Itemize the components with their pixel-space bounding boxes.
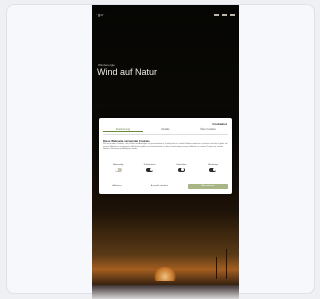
category-label: Notwendig bbox=[112, 164, 124, 166]
category-label: Marketing bbox=[208, 164, 218, 166]
deny-button[interactable]: Ablehnen bbox=[103, 184, 131, 189]
cookiebot-logo: Cookiebot bbox=[212, 122, 227, 126]
category-label: Präferenzen bbox=[143, 164, 156, 166]
nav-item[interactable] bbox=[222, 14, 227, 16]
landscape-ground bbox=[92, 285, 239, 299]
tab-details[interactable]: Details bbox=[146, 128, 186, 132]
tab-consent[interactable]: Zustimmung bbox=[103, 128, 143, 132]
allow-selection-button[interactable]: Auswahl erlauben bbox=[145, 184, 174, 189]
allow-all-button[interactable]: Alle zulassen bbox=[188, 184, 228, 189]
cookie-consent-dialog: Cookiebot Zustimmung Details Über Cookie… bbox=[99, 118, 232, 194]
consent-body-text: Wir verwenden Cookies, um Inhalte und An… bbox=[103, 143, 228, 150]
statistics-toggle[interactable] bbox=[177, 167, 185, 172]
site-logo[interactable]: ·go· bbox=[96, 12, 105, 17]
category-necessary: Notwendig bbox=[103, 164, 133, 172]
menu-icon[interactable] bbox=[230, 14, 235, 16]
consent-buttons: Ablehnen Auswahl erlauben Alle zulassen bbox=[103, 184, 228, 189]
category-label: Statistiken bbox=[176, 164, 187, 166]
tab-about-cookies[interactable]: Über Cookies bbox=[188, 128, 228, 132]
category-marketing: Marketing bbox=[198, 164, 228, 172]
necessary-toggle[interactable] bbox=[114, 167, 122, 172]
sunset-glow bbox=[154, 267, 176, 281]
top-nav bbox=[214, 14, 235, 16]
marketing-toggle[interactable] bbox=[209, 167, 217, 172]
category-statistics: Statistiken bbox=[166, 164, 196, 172]
nav-item[interactable] bbox=[214, 14, 219, 16]
website-screenshot: ·go· Windenergie Wind auf Natur Cookiebo… bbox=[92, 5, 239, 299]
consent-tabs: Zustimmung Details Über Cookies bbox=[103, 128, 228, 135]
hero-title: Wind auf Natur bbox=[97, 67, 158, 77]
wind-turbine-icon bbox=[213, 257, 219, 279]
category-preferences: Präferenzen bbox=[135, 164, 165, 172]
wind-turbine-icon bbox=[223, 249, 229, 279]
consent-categories: Notwendig Präferenzen Statistiken Market… bbox=[103, 164, 228, 172]
preferences-toggle[interactable] bbox=[146, 167, 154, 172]
